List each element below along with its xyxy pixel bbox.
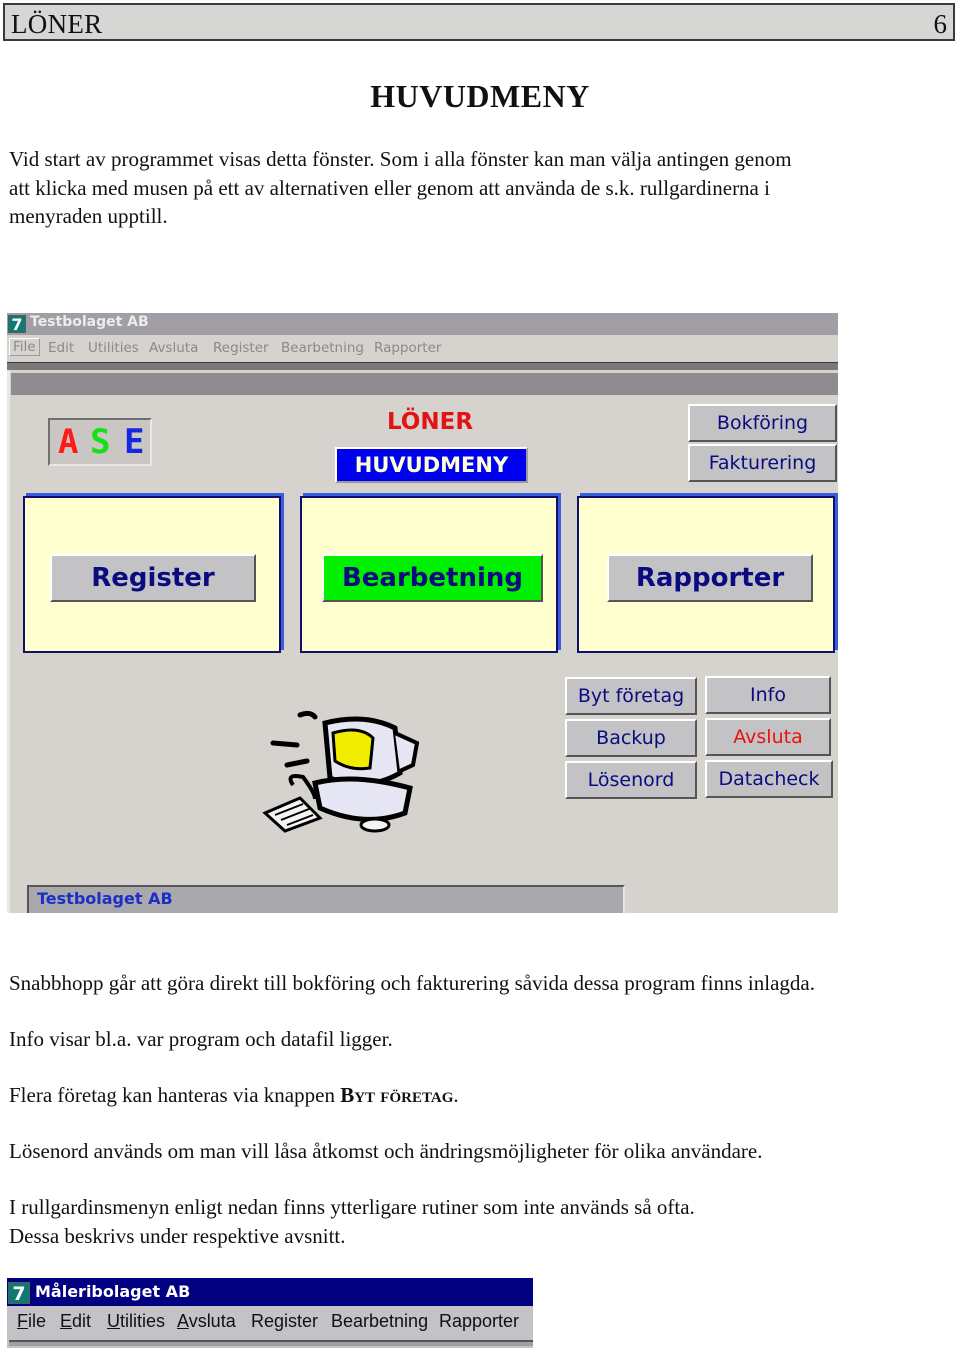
menu-separator — [7, 362, 838, 370]
window-title: Måleribolaget AB — [35, 1282, 191, 1301]
menu-label: vsluta — [188, 1311, 236, 1331]
main-menu-screenshot: 7 Testbolaget AB File Edit Utilities Avs… — [7, 313, 838, 913]
rapporter-panel: Rapporter — [577, 496, 835, 653]
intro-line: att klicka med musen på ett av alternati… — [9, 175, 770, 200]
button-reference: Byt företag — [340, 1083, 454, 1107]
menu-file[interactable]: File — [9, 338, 40, 356]
menu-file[interactable]: File — [17, 1311, 46, 1332]
menu-label: Rapporter — [439, 1311, 520, 1331]
status-bar-company: Testbolaget AB — [27, 885, 625, 913]
menu-bearbetning[interactable]: Bearbetning — [331, 1311, 428, 1332]
intro-line: menyraden upptill. — [9, 204, 168, 228]
child-window-caption — [11, 373, 838, 395]
menu-avsluta[interactable]: Avsluta — [149, 340, 198, 356]
app-heading: LÖNER — [386, 409, 474, 435]
register-button[interactable]: Register — [50, 554, 256, 602]
intro-paragraph: Vid start av programmet visas detta föns… — [9, 145, 792, 231]
avsluta-button[interactable]: Avsluta — [705, 718, 831, 756]
page-header: LÖNER 6 — [3, 3, 955, 41]
backup-button[interactable]: Backup — [565, 719, 697, 757]
app-icon: 7 — [8, 1282, 30, 1305]
menu-register[interactable]: Register — [213, 340, 269, 356]
rapporter-button[interactable]: Rapporter — [607, 554, 813, 602]
menu-bar: File Edit Utilities Avsluta Register Bea… — [7, 335, 838, 362]
menu-rapporter[interactable]: Rapporter — [439, 1311, 519, 1332]
section-title: HUVUDMENY — [370, 78, 590, 114]
datacheck-button[interactable]: Datacheck — [705, 760, 833, 798]
logo-letter-a: A — [58, 422, 79, 462]
bearbetning-panel: Bearbetning — [300, 496, 558, 653]
bearbetning-button[interactable]: Bearbetning — [322, 554, 543, 602]
menu-label: Bearbetning — [331, 1311, 429, 1331]
logo-letter-e: E — [124, 422, 145, 462]
register-panel: Register — [23, 496, 281, 653]
text: . — [453, 1083, 459, 1107]
fakturering-button[interactable]: Fakturering — [688, 444, 837, 482]
logo-letter-s: S — [90, 422, 111, 462]
menu-label: tilities — [120, 1311, 166, 1331]
losenord-button[interactable]: Lösenord — [565, 761, 697, 799]
rullgardin-paragraph: I rullgardinsmenyn enligt nedan finns yt… — [9, 1193, 695, 1250]
ase-logo: A S E — [48, 418, 152, 466]
menu-bar-screenshot: 7 Måleribolaget AB File Edit Utilities A… — [7, 1278, 533, 1348]
accelerator-key: A — [177, 1311, 189, 1331]
menu-rapporter[interactable]: Rapporter — [374, 340, 441, 356]
page-number: 6 — [933, 9, 948, 39]
window-titlebar: 7 Måleribolaget AB — [7, 1278, 533, 1306]
chapter-title: LÖNER — [11, 9, 103, 39]
computer-clipart-icon — [262, 710, 420, 833]
menu-label: dit — [72, 1311, 92, 1331]
menu-label: Register — [251, 1311, 319, 1331]
menu-title-badge: HUVUDMENY — [335, 447, 528, 483]
menu-utilities[interactable]: Utilities — [88, 340, 139, 356]
snabbhopp-paragraph: Snabbhopp går att göra direkt till bokfö… — [9, 971, 815, 995]
text: Flera företag kan hanteras via knappen — [9, 1083, 341, 1107]
byt-foretag-button[interactable]: Byt företag — [565, 677, 697, 715]
rullgardin-line: Dessa beskrivs under respektive avsnitt. — [9, 1223, 346, 1248]
byt-foretag-paragraph: Flera företag kan hanteras via knappen B… — [9, 1081, 459, 1110]
bokforing-button[interactable]: Bokföring — [688, 404, 837, 442]
info-paragraph: Info visar bl.a. var program och datafil… — [9, 1027, 393, 1051]
menu-register[interactable]: Register — [251, 1311, 318, 1332]
menu-bar: File Edit Utilities Avsluta Register Bea… — [7, 1306, 533, 1340]
menu-avsluta[interactable]: Avsluta — [177, 1311, 236, 1332]
window-title: Testbolaget AB — [30, 314, 149, 330]
menu-label: ile — [28, 1311, 47, 1331]
accelerator-key: U — [107, 1311, 120, 1331]
menu-utilities[interactable]: Utilities — [107, 1311, 165, 1332]
losenord-paragraph: Lösenord används om man vill låsa åtkoms… — [9, 1139, 763, 1163]
app-icon: 7 — [8, 315, 26, 334]
accelerator-key: E — [60, 1311, 73, 1331]
window-titlebar: 7 Testbolaget AB — [7, 313, 838, 335]
menu-bearbetning[interactable]: Bearbetning — [281, 340, 364, 356]
info-button[interactable]: Info — [705, 676, 831, 714]
intro-line: Vid start av programmet visas detta föns… — [9, 147, 792, 171]
menu-edit[interactable]: Edit — [48, 340, 74, 356]
rullgardin-line: I rullgardinsmenyn enligt nedan finns yt… — [9, 1195, 695, 1219]
accelerator-key: F — [17, 1311, 28, 1331]
menu-edit[interactable]: Edit — [60, 1311, 91, 1332]
child-window-edge — [9, 1340, 533, 1346]
